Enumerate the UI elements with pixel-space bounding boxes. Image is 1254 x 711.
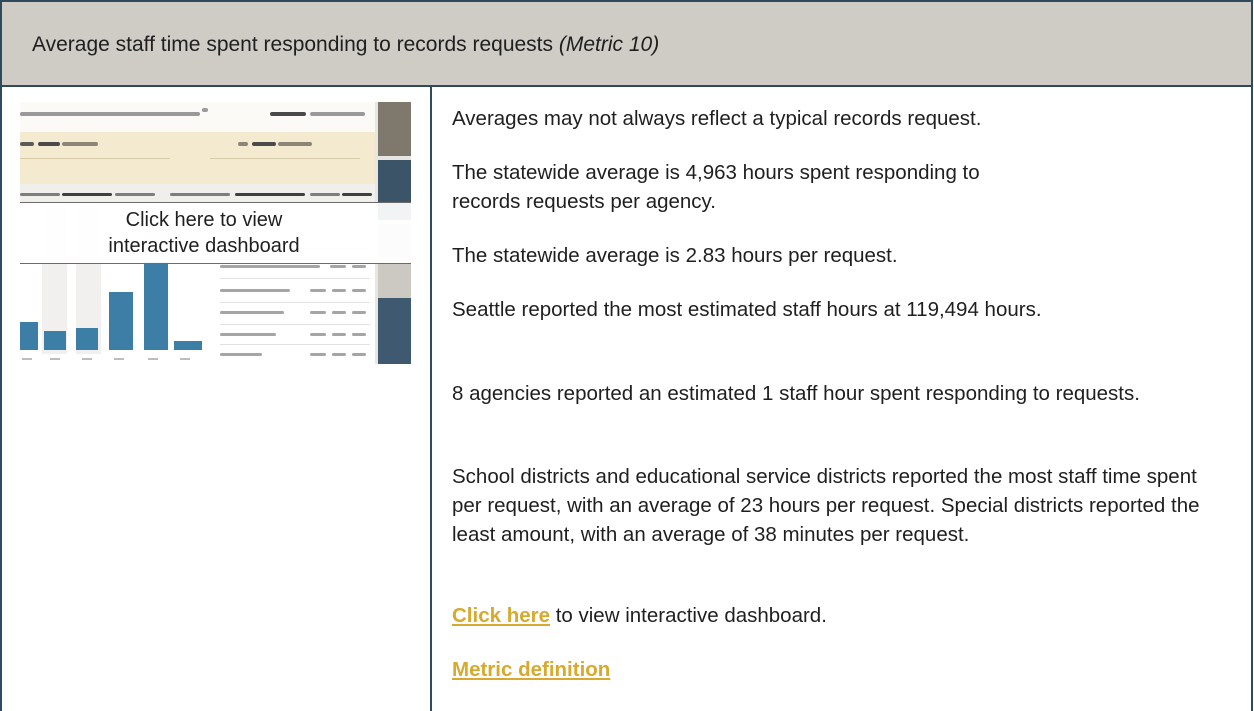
metric-definition-link[interactable]: Metric definition bbox=[452, 658, 610, 681]
metric-panel: Average staff time spent responding to r… bbox=[0, 0, 1254, 711]
paragraph-2: The statewide average is 4,963 hours spe… bbox=[452, 161, 980, 213]
metric-number: (Metric 10) bbox=[558, 33, 660, 56]
paragraph-7: Click here to view interactive dashboard… bbox=[452, 601, 1232, 630]
panel-header: Average staff time spent responding to r… bbox=[0, 0, 1253, 87]
paragraph-5: 8 agencies reported an estimated 1 staff… bbox=[452, 382, 1140, 405]
paragraph-4: Seattle reported the most estimated staf… bbox=[452, 298, 1042, 321]
paragraph-3: The statewide average is 2.83 hours per … bbox=[452, 244, 898, 267]
right-border bbox=[1251, 87, 1253, 711]
dashboard-thumbnail-link[interactable]: Click here to view interactive dashboard bbox=[20, 102, 411, 364]
thumbnail-title-bar bbox=[20, 102, 375, 132]
column-divider bbox=[430, 87, 432, 711]
thumbnail-overlay-label: Click here to view interactive dashboard bbox=[108, 209, 300, 257]
thumbnail-filter-bar bbox=[20, 132, 375, 184]
paragraph-8: Metric definition bbox=[452, 655, 1232, 684]
paragraph-6: School districts and educational service… bbox=[452, 465, 1200, 546]
panel-title-text: Average staff time spent responding to r… bbox=[32, 33, 554, 56]
paragraph-7-rest: to view interactive dashboard. bbox=[550, 604, 827, 627]
left-border bbox=[0, 87, 2, 711]
paragraph-1: Averages may not always reflect a typica… bbox=[452, 107, 982, 130]
panel-title: Average staff time spent responding to r… bbox=[32, 33, 659, 57]
dashboard-link[interactable]: Click here bbox=[452, 604, 550, 627]
